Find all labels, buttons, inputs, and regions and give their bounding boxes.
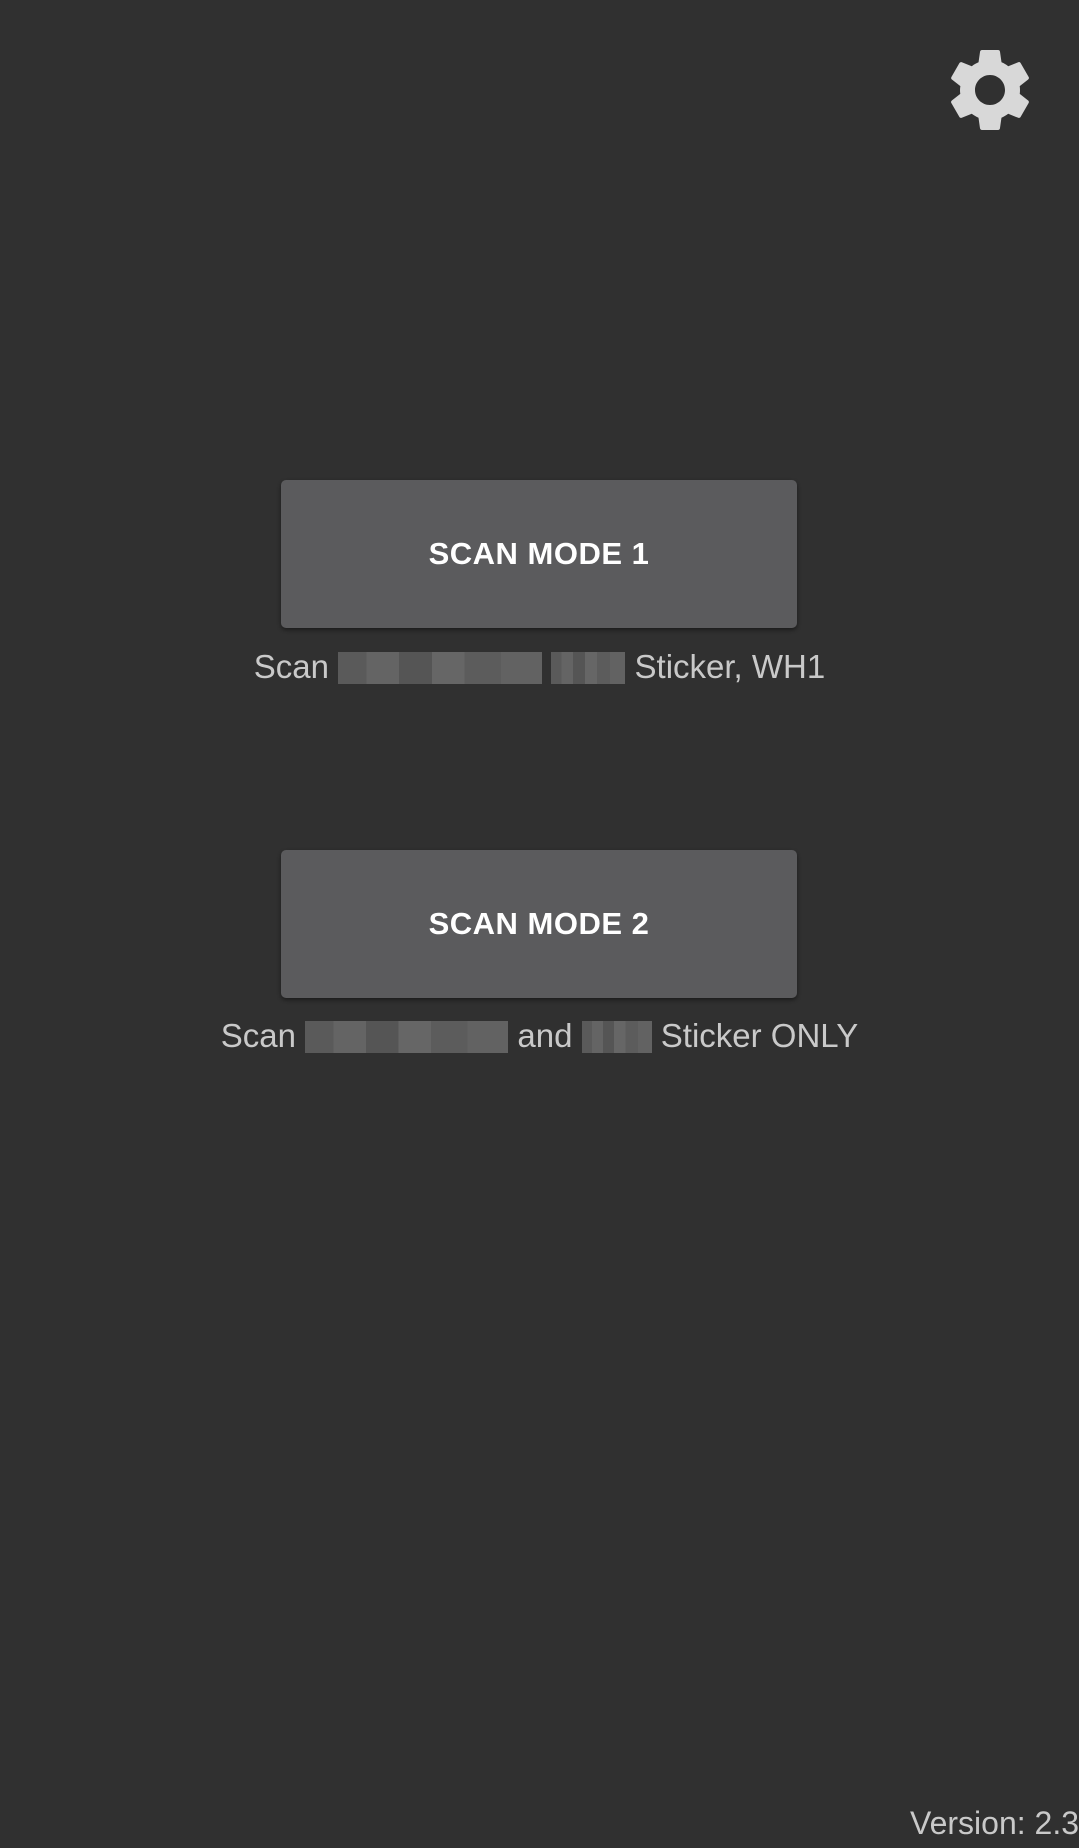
scan-mode-2-desc-prefix: Scan bbox=[220, 1017, 297, 1054]
scan-mode-2-desc-suffix: Sticker ONLY bbox=[660, 1017, 859, 1054]
gear-icon bbox=[951, 49, 1029, 131]
redacted-text bbox=[338, 652, 543, 684]
redacted-text bbox=[551, 652, 626, 684]
scan-mode-1-description: Scan Sticker, WH1 bbox=[0, 648, 1079, 686]
scan-mode-2-desc-middle: and bbox=[517, 1017, 573, 1054]
scan-mode-2-description: Scan and Sticker ONLY bbox=[0, 1017, 1079, 1055]
scan-mode-1-button[interactable]: SCAN MODE 1 bbox=[281, 480, 797, 628]
scan-mode-2-button[interactable]: SCAN MODE 2 bbox=[281, 850, 797, 998]
redacted-text bbox=[305, 1021, 509, 1053]
scan-mode-1-desc-suffix: Sticker, WH1 bbox=[634, 648, 826, 685]
redacted-text bbox=[581, 1021, 652, 1053]
settings-button[interactable] bbox=[940, 40, 1040, 140]
version-label: Version: 2.3 bbox=[910, 1805, 1079, 1841]
scan-mode-1-desc-prefix: Scan bbox=[253, 648, 329, 685]
